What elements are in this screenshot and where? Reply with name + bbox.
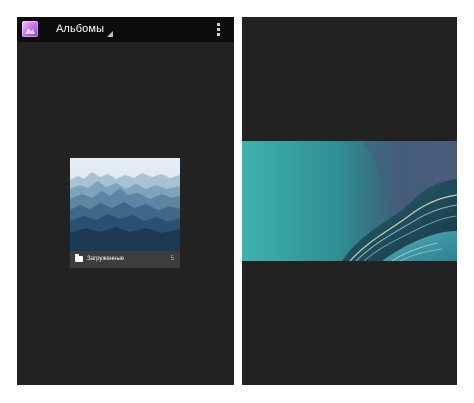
- teal-abstract-wallpaper-image[interactable]: [242, 141, 457, 261]
- albums-screen: Альбомы Загруженные 5: [17, 17, 234, 385]
- album-thumbnail: [70, 158, 180, 251]
- album-card[interactable]: Загруженные 5: [70, 158, 180, 268]
- folder-icon: [75, 254, 83, 262]
- album-name: Загруженные: [87, 256, 125, 262]
- photo-viewer-screen: [242, 17, 457, 385]
- gallery-app-icon[interactable]: [22, 21, 38, 37]
- album-count: 5: [170, 256, 174, 262]
- albums-title[interactable]: Альбомы: [56, 23, 104, 36]
- spinner-triangle-icon[interactable]: [107, 31, 113, 37]
- overflow-menu-icon[interactable]: [217, 23, 220, 36]
- action-bar: Альбомы: [17, 17, 234, 42]
- album-caption-bar: Загруженные 5: [70, 251, 180, 268]
